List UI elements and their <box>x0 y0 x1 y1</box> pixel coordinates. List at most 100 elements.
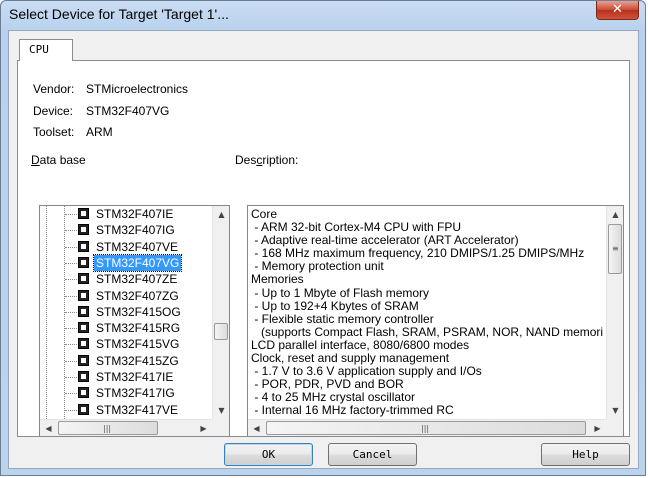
device-tree-item-label: STM32F415RG <box>96 321 181 336</box>
device-tree-item[interactable]: STM32F407VG <box>40 253 212 272</box>
chip-icon <box>78 322 89 334</box>
scroll-up-arrow-icon[interactable]: ▲ <box>607 206 623 223</box>
device-tree-item-label: STM32F415ZG <box>96 353 179 368</box>
device-tree-item-label: STM32F407ZE <box>96 272 178 287</box>
cpu-tab-panel: Vendor: STMicroelectronics Device: STM32… <box>17 60 630 437</box>
close-button[interactable]: ✕ <box>596 1 639 20</box>
tree-branch-line <box>65 295 77 297</box>
device-tree-item[interactable]: STM32F415RG <box>40 320 212 336</box>
description-line: Memories <box>251 272 304 287</box>
cancel-button[interactable]: Cancel <box>328 443 417 466</box>
scroll-grip-icon: ≡ <box>612 244 619 253</box>
chip-icon <box>78 224 89 236</box>
device-tree-item-label: STM32F417IG <box>96 386 175 401</box>
device-tree-item-label: STM32F407VG <box>92 253 183 272</box>
scroll-down-arrow-icon[interactable]: ▼ <box>607 402 623 419</box>
device-tree-item[interactable]: STM32F407IG <box>40 222 212 238</box>
description-hscroll-thumb[interactable]: ||| <box>266 421 586 435</box>
tree-branch-line <box>65 279 77 281</box>
window-title: Select Device for Target 'Target 1'... <box>9 6 229 22</box>
device-tree-item[interactable]: STM32F407ZG <box>40 288 212 304</box>
device-tree-item[interactable]: STM32F407IE <box>40 206 212 222</box>
scroll-up-arrow-icon[interactable]: ▲ <box>213 206 229 223</box>
description-line: - Internal 16 MHz factory-trimmed RC <box>251 403 454 418</box>
scroll-right-arrow-icon[interactable]: ▶ <box>195 420 212 436</box>
scroll-left-arrow-icon[interactable]: ◀ <box>40 420 57 436</box>
chip-icon <box>78 338 89 350</box>
tree-branch-line <box>65 214 77 215</box>
database-label: Data base <box>31 153 86 167</box>
scroll-grip-icon: ||| <box>103 424 112 433</box>
chip-icon <box>78 387 89 399</box>
description-line: - Up to 192+4 Kbytes of SRAM <box>251 298 419 313</box>
tree-branch-line <box>65 409 77 411</box>
tree-branch-line <box>65 377 77 378</box>
scroll-left-arrow-icon[interactable]: ◀ <box>248 420 265 436</box>
tree-branch-line <box>65 262 77 264</box>
description-label: Description: <box>235 153 299 167</box>
vendor-value: STMicroelectronics <box>86 82 189 96</box>
device-tree-item[interactable]: STM32F407VE <box>40 239 212 255</box>
device-tree-item-label: STM32F407ZG <box>96 288 179 303</box>
tab-cpu[interactable]: CPU <box>19 39 73 61</box>
tree-branch-line <box>65 344 77 346</box>
tree-branch-line <box>65 360 77 362</box>
device-tree-item-label: STM32F407IG <box>96 223 175 238</box>
chip-icon <box>78 208 89 219</box>
toolset-value: ARM <box>86 125 113 139</box>
database-vertical-scrollbar[interactable]: ▲ ▼ <box>212 206 229 419</box>
chip-icon <box>78 273 89 285</box>
chip-icon <box>78 240 89 252</box>
dialog-client: CPU Vendor: STMicroelectronics Device: S… <box>8 30 639 469</box>
title-bar[interactable]: Select Device for Target 'Target 1'... ✕ <box>1 1 645 29</box>
database-vscroll-thumb[interactable] <box>214 323 228 340</box>
toolset-label: Toolset: <box>33 125 75 139</box>
tree-branch-line <box>65 328 77 330</box>
device-list: STM32F407IE STM32F407IG STM32F407VE STM32F4… <box>40 206 212 419</box>
description-line: - Up to 1 Mbyte of Flash memory <box>251 285 430 300</box>
description-horizontal-scrollbar[interactable]: ◀ ||| ▶ <box>248 419 606 436</box>
database-horizontal-scrollbar[interactable]: ◀ ||| ▶ <box>40 419 212 436</box>
device-database-tree[interactable]: STM32F407IE STM32F407IG STM32F407VE STM32F4… <box>39 205 230 437</box>
device-tree-item-label: STM32F407VE <box>96 239 179 254</box>
device-tree-item[interactable]: STM32F417IE <box>40 369 212 385</box>
chip-icon <box>78 354 89 366</box>
device-tree-item-label: STM32F415VG <box>96 337 180 352</box>
description-line: (supports Compact Flash, SRAM, PSRAM, NO… <box>251 324 603 339</box>
close-icon: ✕ <box>612 2 623 17</box>
chip-icon <box>78 305 89 317</box>
scroll-right-arrow-icon[interactable]: ▶ <box>589 420 606 436</box>
help-button[interactable]: Help <box>541 443 630 466</box>
device-tree-item[interactable]: STM32F415ZG <box>40 353 212 369</box>
device-tree-item[interactable]: STM32F417IG <box>40 385 212 401</box>
device-tree-item[interactable]: STM32F415OG <box>40 304 212 320</box>
scroll-down-arrow-icon[interactable]: ▼ <box>213 402 229 419</box>
vendor-label: Vendor: <box>33 82 75 96</box>
device-tree-item-label: STM32F407IE <box>96 207 174 221</box>
chip-icon <box>78 403 89 415</box>
description-line: - Memory protection unit <box>251 259 384 274</box>
tree-branch-line <box>65 311 77 313</box>
device-tree-item[interactable]: STM32F417VE <box>40 402 212 418</box>
device-tree-item-label: STM32F417IE <box>96 370 174 384</box>
description-vertical-scrollbar[interactable]: ▲ ≡ ▼ <box>606 206 623 419</box>
dialog-window: Select Device for Target 'Target 1'... ✕… <box>0 0 646 476</box>
database-hscroll-thumb[interactable]: ||| <box>58 421 158 435</box>
device-label: Device: <box>33 104 74 118</box>
tree-branch-line <box>65 246 77 248</box>
description-line: - Flexible static memory controller <box>251 311 434 326</box>
tree-branch-line <box>65 393 77 395</box>
scroll-grip-icon: ||| <box>421 424 430 433</box>
device-tree-item[interactable]: STM32F407ZE <box>40 271 212 287</box>
device-tree-item-label: STM32F415OG <box>96 304 181 319</box>
chip-icon <box>78 256 89 268</box>
device-tree-item-label: STM32F417VE <box>96 402 179 417</box>
ok-button[interactable]: OK <box>224 443 313 466</box>
scrollbar-corner <box>606 419 623 436</box>
description-vscroll-thumb[interactable]: ≡ <box>608 224 622 274</box>
device-tree-item[interactable]: STM32F415VG <box>40 336 212 352</box>
device-description-box[interactable]: Core - ARM 32-bit Cortex-M4 CPU with FPU… <box>247 205 624 437</box>
tree-branch-line <box>65 230 77 232</box>
description-text: Core - ARM 32-bit Cortex-M4 CPU with FPU… <box>251 208 603 419</box>
chip-icon <box>78 289 89 301</box>
